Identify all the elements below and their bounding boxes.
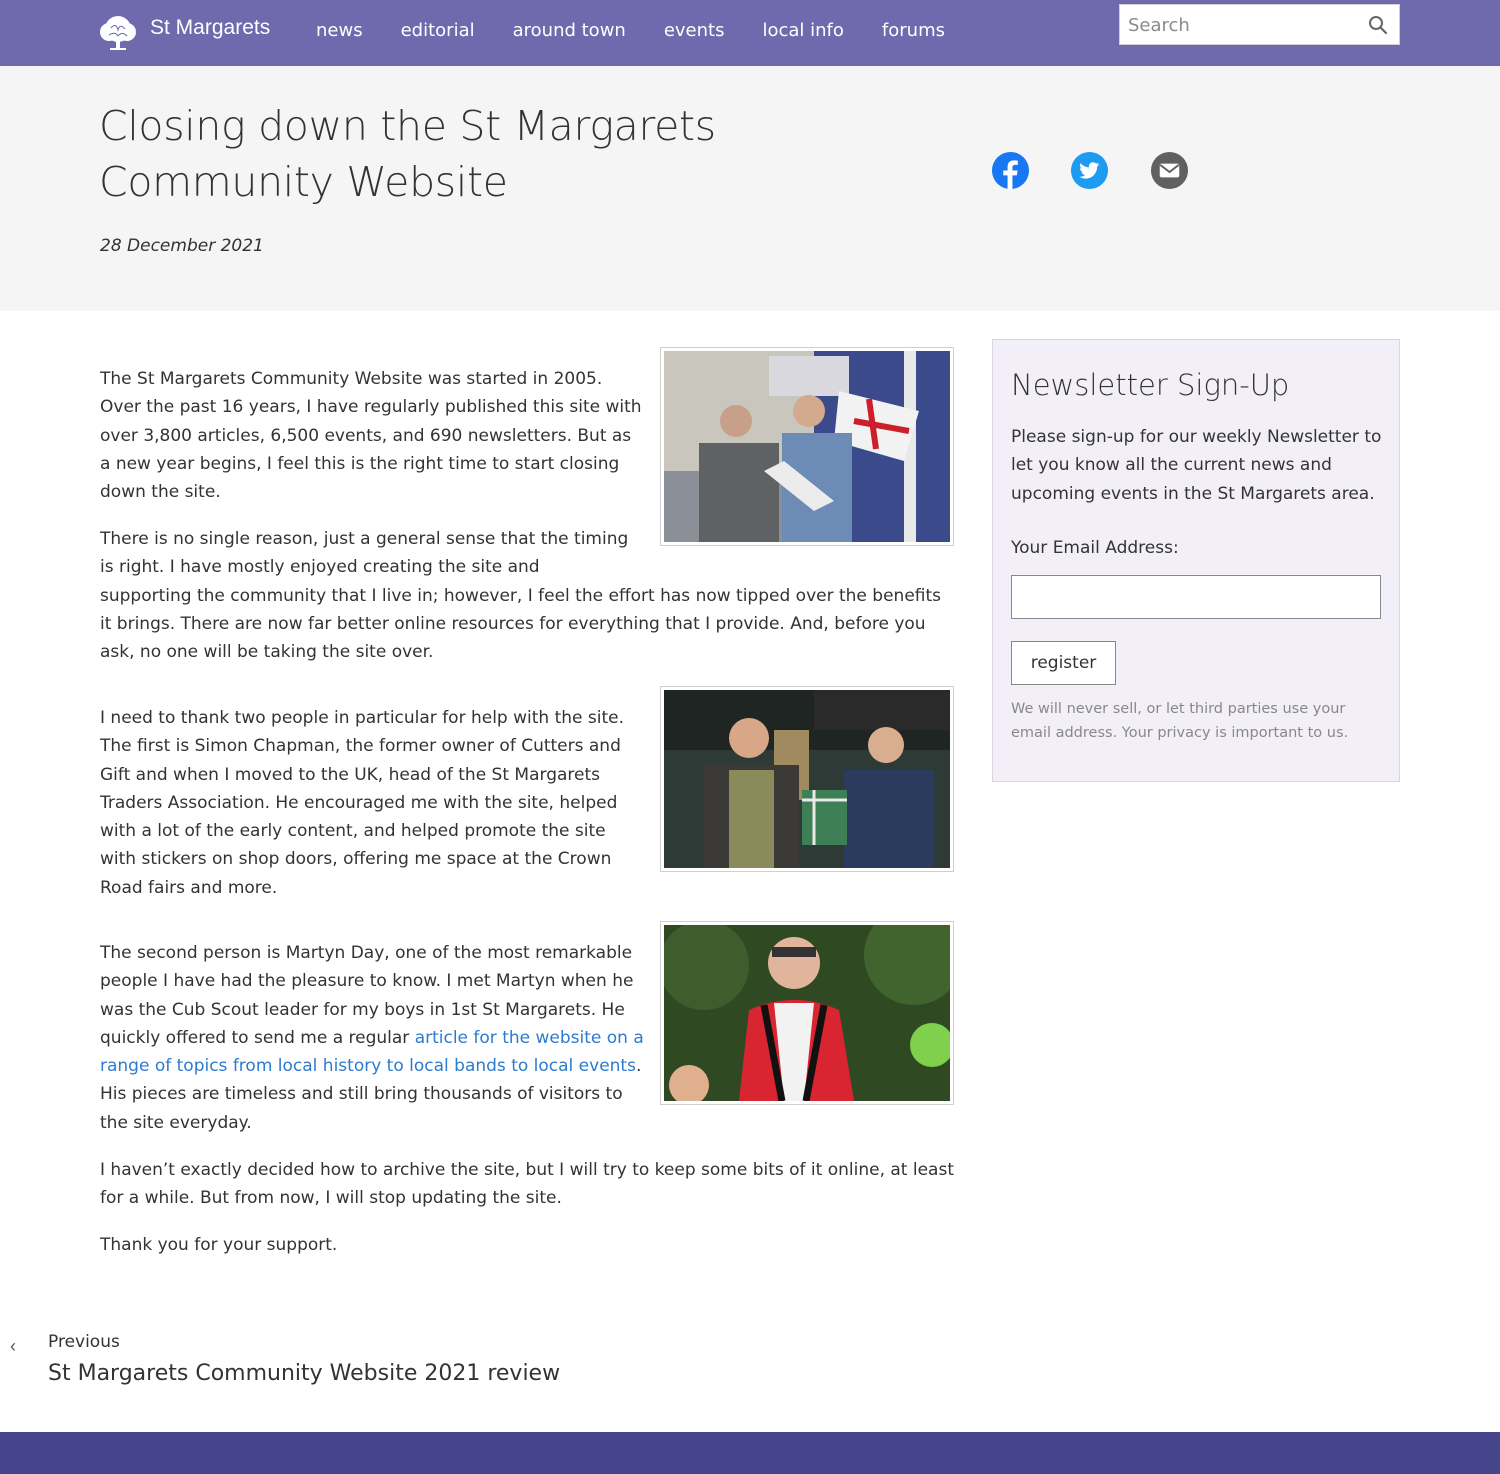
previous-article-link[interactable]: St Margarets Community Website 2021 revi… (48, 1361, 560, 1386)
article-photo-martyn (660, 921, 954, 1105)
twitter-icon[interactable] (1070, 151, 1109, 190)
nav-editorial[interactable]: editorial (401, 20, 475, 41)
nav-forums[interactable]: forums (882, 20, 945, 41)
search-input[interactable] (1128, 11, 1358, 39)
site-footer (0, 1432, 1500, 1474)
article-date: 28 December 2021 (100, 236, 264, 256)
article-paragraph: The St Margarets Community Website was s… (100, 369, 642, 503)
privacy-note: We will never sell, or let third parties… (1011, 701, 1349, 741)
nav-news[interactable]: news (316, 20, 363, 41)
newsletter-title: Newsletter Sign-Up (1011, 368, 1290, 402)
register-button[interactable]: register (1011, 641, 1116, 685)
tree-logo-icon[interactable] (97, 13, 139, 51)
article-paragraph: I need to thank two people in particular… (100, 708, 625, 898)
photo-presentation (664, 690, 950, 868)
email-field[interactable] (1011, 575, 1381, 619)
nav-local-info[interactable]: local info (762, 20, 843, 41)
article-paragraph: Thank you for your support. (100, 1235, 338, 1255)
previous-label[interactable]: Previous (48, 1332, 120, 1352)
chevron-left-icon[interactable]: ‹ (10, 1336, 16, 1357)
site-brand[interactable]: St Margarets (150, 16, 270, 40)
photo-man-red-jacket (664, 925, 950, 1101)
article-photo-gift (660, 686, 954, 872)
article-paragraph: The second person is Martyn Day, one of … (100, 939, 645, 1137)
top-nav-bar: St Margarets news editorial around town … (0, 0, 1500, 66)
email-label: Your Email Address: (1011, 538, 1179, 558)
email-icon[interactable] (1150, 151, 1189, 190)
article-paragraph: I haven’t exactly decided how to archive… (100, 1160, 954, 1209)
article-paragraph: There is no single reason, just a genera… (100, 525, 950, 666)
article-title: Closing down the St Margarets Community … (99, 102, 716, 206)
search-icon[interactable] (1368, 15, 1388, 35)
search-box (1119, 4, 1400, 45)
nav-around-town[interactable]: around town (513, 20, 626, 41)
newsletter-signup: Newsletter Sign-Up Please sign-up for ou… (992, 339, 1400, 782)
nav-events[interactable]: events (664, 20, 725, 41)
main-nav: news editorial around town events local … (316, 20, 983, 41)
newsletter-description: Please sign-up for our weekly Newsletter… (1011, 427, 1382, 504)
article-photo-signing (660, 347, 954, 546)
facebook-icon[interactable] (991, 151, 1030, 190)
photo-two-men-signing (664, 351, 950, 542)
